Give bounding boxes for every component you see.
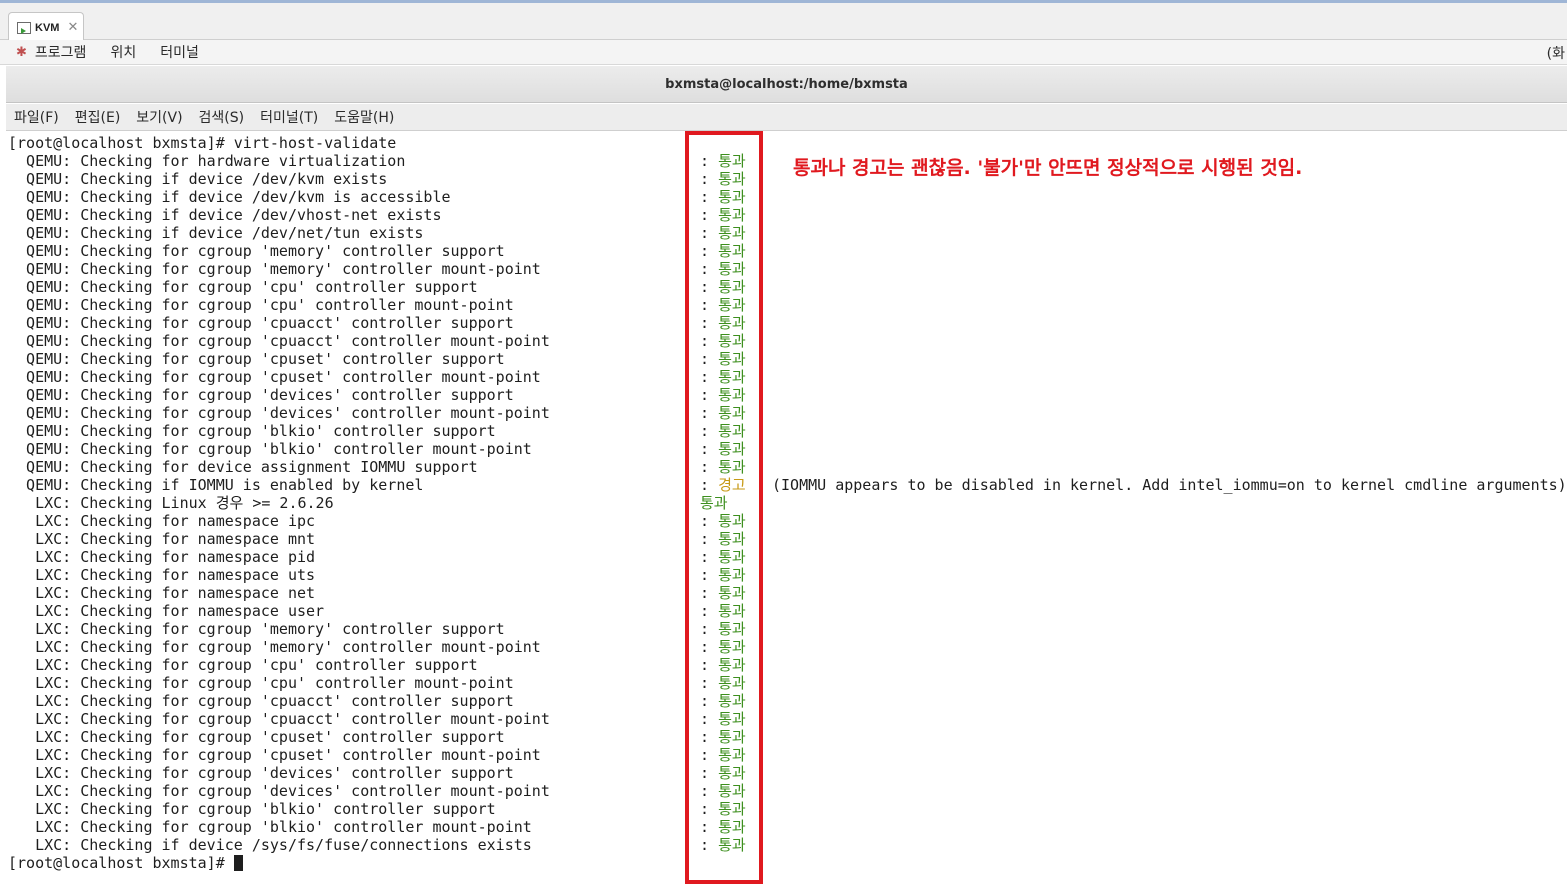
output-line: QEMU: Checking for cgroup 'memory' contr… xyxy=(8,260,541,278)
output-line: LXC: Checking for cgroup 'cpuset' contro… xyxy=(8,746,541,764)
output-line: LXC: Checking for cgroup 'cpu' controlle… xyxy=(8,656,478,674)
window-tab-strip: KVM ✕ xyxy=(0,0,1567,42)
output-line: LXC: Checking for cgroup 'cpuacct' contr… xyxy=(8,710,550,728)
clock-partial[interactable]: (화 xyxy=(1547,43,1565,63)
menu-terminal-settings[interactable]: 터미널(T) xyxy=(260,107,318,127)
terminal-menubar: 파일(F) 편집(E) 보기(V) 검색(S) 터미널(T) 도움말(H) xyxy=(6,104,1567,131)
output-line: QEMU: Checking if device /dev/net/tun ex… xyxy=(8,224,424,242)
output-line: LXC: Checking Linux 경우 >= 2.6.26 xyxy=(8,494,334,512)
text-cursor xyxy=(233,855,243,871)
tab-kvm[interactable]: KVM ✕ xyxy=(8,12,84,42)
output-line: LXC: Checking for cgroup 'cpuacct' contr… xyxy=(8,692,514,710)
menu-file[interactable]: 파일(F) xyxy=(14,107,59,127)
output-line: QEMU: Checking if device /dev/vhost-net … xyxy=(8,206,442,224)
output-line: QEMU: Checking if device /dev/kvm exists xyxy=(8,170,388,188)
output-line: LXC: Checking if device /sys/fs/fuse/con… xyxy=(8,836,532,854)
output-line: QEMU: Checking for cgroup 'cpuacct' cont… xyxy=(8,332,550,350)
tab-label: KVM xyxy=(35,21,60,34)
output-line: LXC: Checking for namespace mnt xyxy=(8,530,316,548)
output-line: LXC: Checking for namespace net xyxy=(8,584,316,602)
annotation-note: 통과나 경고는 괜찮음. '불가'만 안뜨면 정상적으로 시행된 것임. xyxy=(793,157,1303,179)
output-line: LXC: Checking for namespace ipc xyxy=(8,512,316,530)
output-line: LXC: Checking for cgroup 'memory' contro… xyxy=(8,638,541,656)
output-line: QEMU: Checking for cgroup 'cpuacct' cont… xyxy=(8,314,514,332)
status-highlight-box xyxy=(685,131,763,884)
window-title: bxmsta@localhost:/home/bxmsta xyxy=(665,76,908,92)
output-line: QEMU: Checking if IOMMU is enabled by ke… xyxy=(8,476,424,494)
close-icon[interactable]: ✕ xyxy=(67,20,78,35)
output-line: QEMU: Checking for cgroup 'blkio' contro… xyxy=(8,422,496,440)
output-line: LXC: Checking for cgroup 'devices' contr… xyxy=(8,782,550,800)
output-line: LXC: Checking for cgroup 'memory' contro… xyxy=(8,620,505,638)
output-line: QEMU: Checking for cgroup 'memory' contr… xyxy=(8,242,505,260)
output-line: QEMU: Checking for cgroup 'cpuset' contr… xyxy=(8,350,505,368)
output-line: QEMU: Checking for cgroup 'cpu' controll… xyxy=(8,296,514,314)
menu-terminal[interactable]: 터미널 xyxy=(160,42,199,62)
output-line: LXC: Checking for namespace user xyxy=(8,602,325,620)
menu-applications[interactable]: 프로그램 xyxy=(35,42,87,62)
output-line: QEMU: Checking for hardware virtualizati… xyxy=(8,152,406,170)
menu-edit[interactable]: 편집(E) xyxy=(75,107,121,127)
output-line: LXC: Checking for cgroup 'cpuset' contro… xyxy=(8,728,505,746)
menu-help[interactable]: 도움말(H) xyxy=(334,107,394,127)
output-line: QEMU: Checking for cgroup 'blkio' contro… xyxy=(8,440,532,458)
final-prompt[interactable]: [root@localhost bxmsta]# xyxy=(8,854,243,872)
output-line: LXC: Checking for namespace pid xyxy=(8,548,316,566)
prompt-text: [root@localhost bxmsta]# xyxy=(8,854,234,872)
output-line: QEMU: Checking for cgroup 'cpu' controll… xyxy=(8,278,478,296)
window-titlebar[interactable]: bxmsta@localhost:/home/bxmsta xyxy=(6,66,1567,103)
output-line: QEMU: Checking for device assignment IOM… xyxy=(8,458,478,476)
applications-icon: ✱ xyxy=(16,44,27,60)
desktop-menubar: ✱ 프로그램 위치 터미널 (화 xyxy=(0,40,1567,65)
virtual-machine-icon xyxy=(17,21,31,34)
menu-view[interactable]: 보기(V) xyxy=(136,107,182,127)
terminal-output[interactable]: [root@localhost bxmsta]# virt-host-valid… xyxy=(6,132,1567,890)
output-line: QEMU: Checking if device /dev/kvm is acc… xyxy=(8,188,451,206)
output-line: QEMU: Checking for cgroup 'cpuset' contr… xyxy=(8,368,541,386)
output-line: LXC: Checking for cgroup 'devices' contr… xyxy=(8,764,514,782)
command-line: [root@localhost bxmsta]# virt-host-valid… xyxy=(8,134,397,152)
output-line: QEMU: Checking for cgroup 'devices' cont… xyxy=(8,386,514,404)
menu-search[interactable]: 검색(S) xyxy=(199,107,245,127)
output-line: LXC: Checking for cgroup 'blkio' control… xyxy=(8,818,532,836)
output-line: QEMU: Checking for cgroup 'devices' cont… xyxy=(8,404,550,422)
output-line: LXC: Checking for cgroup 'blkio' control… xyxy=(8,800,496,818)
menu-places[interactable]: 위치 xyxy=(110,42,136,62)
output-line: LXC: Checking for cgroup 'cpu' controlle… xyxy=(8,674,514,692)
warning-detail: (IOMMU appears to be disabled in kernel.… xyxy=(772,476,1567,494)
output-line: LXC: Checking for namespace uts xyxy=(8,566,316,584)
